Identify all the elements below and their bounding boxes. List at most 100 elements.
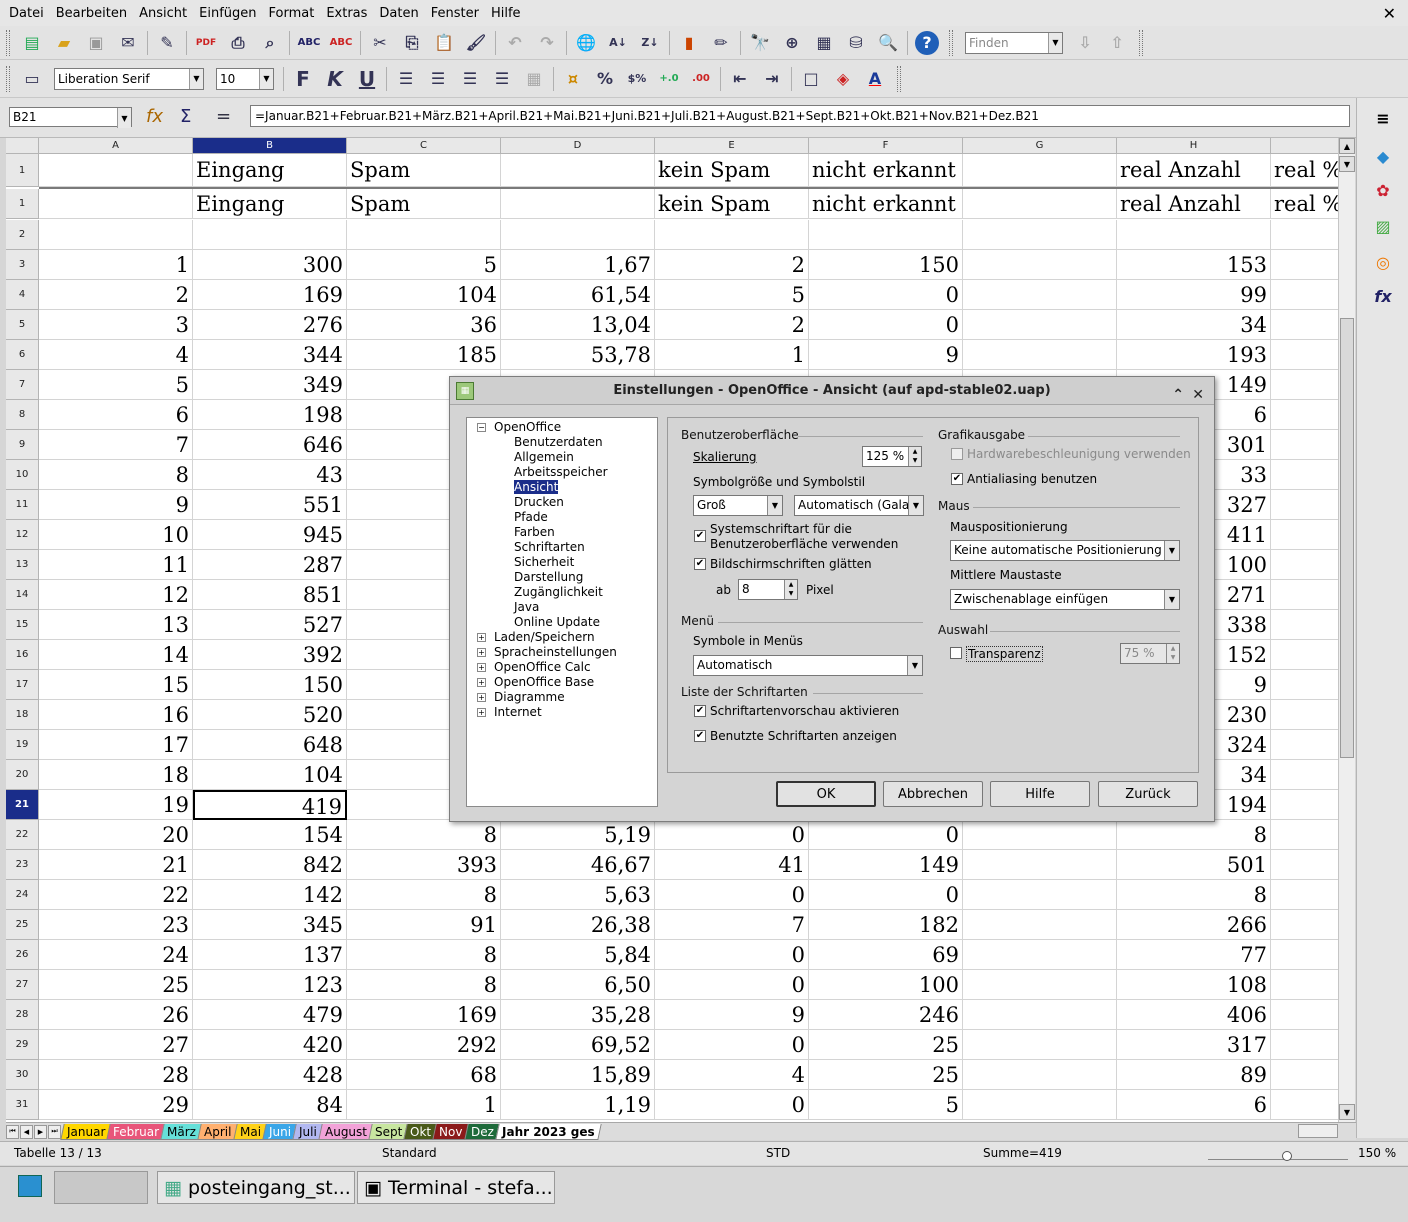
- tree-item[interactable]: Sicherheit: [514, 555, 574, 569]
- background-color-icon[interactable]: ◈: [831, 67, 855, 91]
- table-cell[interactable]: 8: [347, 970, 501, 1000]
- row-header[interactable]: 1: [6, 189, 39, 219]
- row-header[interactable]: 30: [6, 1060, 39, 1090]
- table-cell[interactable]: 8: [347, 880, 501, 910]
- table-cell[interactable]: 15: [39, 670, 193, 700]
- table-cell[interactable]: [1271, 430, 1338, 460]
- table-cell[interactable]: [963, 970, 1117, 1000]
- column-header[interactable]: D: [501, 138, 655, 154]
- expand-node-icon[interactable]: +: [477, 693, 486, 702]
- table-cell[interactable]: 501: [1117, 850, 1271, 880]
- table-cell[interactable]: 393: [347, 850, 501, 880]
- table-cell[interactable]: 8: [347, 820, 501, 850]
- next-sheet-icon[interactable]: ▶: [34, 1124, 47, 1139]
- table-cell[interactable]: 246: [809, 1000, 963, 1030]
- align-left-icon[interactable]: ☰: [394, 67, 418, 91]
- table-cell[interactable]: 21: [39, 850, 193, 880]
- row-header[interactable]: 19: [6, 730, 39, 760]
- table-cell[interactable]: [1271, 550, 1338, 580]
- table-cell[interactable]: 193: [1117, 340, 1271, 370]
- table-cell[interactable]: 1: [39, 250, 193, 280]
- table-cell[interactable]: [1271, 880, 1338, 910]
- column-header[interactable]: C: [347, 138, 501, 154]
- tree-item[interactable]: Spracheinstellungen: [494, 645, 617, 659]
- mouse-pos-select[interactable]: Keine automatische Positionierung ▼: [950, 540, 1180, 561]
- open-folder-icon[interactable]: ▰: [52, 31, 76, 55]
- smooth-fonts-checkbox[interactable]: ✔: [694, 558, 706, 570]
- table-cell[interactable]: 9: [655, 1000, 809, 1030]
- chart-icon[interactable]: ▮: [677, 31, 701, 55]
- chevron-down-icon[interactable]: ▼: [1048, 32, 1062, 53]
- italic-icon[interactable]: K: [323, 67, 347, 91]
- first-sheet-icon[interactable]: ⏮: [6, 1124, 19, 1139]
- table-cell[interactable]: 25: [809, 1060, 963, 1090]
- table-cell[interactable]: [1271, 400, 1338, 430]
- table-cell[interactable]: 266: [1117, 910, 1271, 940]
- table-cell[interactable]: 185: [347, 340, 501, 370]
- styles-icon[interactable]: ▭: [20, 67, 44, 91]
- table-cell[interactable]: 9: [39, 490, 193, 520]
- table-cell[interactable]: [1117, 220, 1271, 250]
- row-header[interactable]: 22: [6, 820, 39, 850]
- table-cell[interactable]: 7: [655, 910, 809, 940]
- used-fonts-checkbox[interactable]: ✔: [694, 730, 706, 742]
- expand-node-icon[interactable]: +: [477, 708, 486, 717]
- table-cell[interactable]: 77: [1117, 940, 1271, 970]
- sheet-tab[interactable]: Februar: [106, 1123, 167, 1140]
- table-cell[interactable]: [1271, 340, 1338, 370]
- sheet-tab[interactable]: August: [318, 1123, 374, 1140]
- table-cell[interactable]: 25: [809, 1030, 963, 1060]
- column-header[interactable]: F: [809, 138, 963, 154]
- table-cell[interactable]: Eingang: [193, 154, 347, 187]
- table-cell[interactable]: 5: [809, 1090, 963, 1120]
- ok-button[interactable]: OK: [776, 781, 876, 807]
- table-cell[interactable]: 108: [1117, 970, 1271, 1000]
- table-cell[interactable]: [963, 1090, 1117, 1120]
- tree-item[interactable]: Java: [514, 600, 539, 614]
- table-cell[interactable]: 169: [347, 1000, 501, 1030]
- bold-icon[interactable]: F: [291, 67, 315, 91]
- toolbar-grip[interactable]: [1139, 29, 1143, 56]
- back-button[interactable]: Zurück: [1098, 781, 1198, 807]
- expand-node-icon[interactable]: +: [477, 663, 486, 672]
- table-cell[interactable]: 150: [193, 670, 347, 700]
- table-cell[interactable]: 100: [809, 970, 963, 1000]
- pixel-spinner[interactable]: 8 ▲ ▼: [738, 579, 798, 600]
- tree-item[interactable]: Diagramme: [494, 690, 565, 704]
- table-cell[interactable]: 0: [809, 880, 963, 910]
- table-cell[interactable]: [963, 189, 1117, 219]
- chevron-down-icon[interactable]: ▼: [1164, 541, 1179, 560]
- hyperlink-icon[interactable]: 🌐: [574, 31, 598, 55]
- table-cell[interactable]: [1271, 700, 1338, 730]
- table-cell[interactable]: [1271, 250, 1338, 280]
- table-cell[interactable]: 5,63: [501, 880, 655, 910]
- scroll-down-icon[interactable]: ▼: [1339, 156, 1355, 172]
- table-cell[interactable]: 154: [193, 820, 347, 850]
- table-cell[interactable]: 8: [347, 940, 501, 970]
- sidebar-menu-icon[interactable]: ≡: [1371, 106, 1395, 130]
- table-cell[interactable]: 68: [347, 1060, 501, 1090]
- table-cell[interactable]: [1271, 1060, 1338, 1090]
- table-cell[interactable]: 14: [39, 640, 193, 670]
- new-document-icon[interactable]: ▤: [20, 31, 44, 55]
- table-cell[interactable]: 26,38: [501, 910, 655, 940]
- table-cell[interactable]: [501, 154, 655, 187]
- middle-button-select[interactable]: Zwischenablage einfügen ▼: [950, 589, 1180, 610]
- table-cell[interactable]: 0: [809, 820, 963, 850]
- table-cell[interactable]: [1271, 610, 1338, 640]
- sort-ascending-icon[interactable]: A↓: [606, 31, 630, 55]
- table-cell[interactable]: 13: [39, 610, 193, 640]
- table-cell[interactable]: 123: [193, 970, 347, 1000]
- table-cell[interactable]: 419: [193, 790, 347, 820]
- find-input[interactable]: Finden ▼: [965, 31, 1063, 54]
- row-header[interactable]: 24: [6, 880, 39, 910]
- menu-datei[interactable]: Datei: [9, 6, 44, 21]
- table-cell[interactable]: Spam: [347, 189, 501, 219]
- table-cell[interactable]: 276: [193, 310, 347, 340]
- table-cell[interactable]: 2: [655, 250, 809, 280]
- collapse-icon[interactable]: ⌃: [1172, 381, 1184, 409]
- table-cell[interactable]: 851: [193, 580, 347, 610]
- table-cell[interactable]: [1271, 760, 1338, 790]
- table-cell[interactable]: 69: [809, 940, 963, 970]
- table-cell[interactable]: 4: [39, 340, 193, 370]
